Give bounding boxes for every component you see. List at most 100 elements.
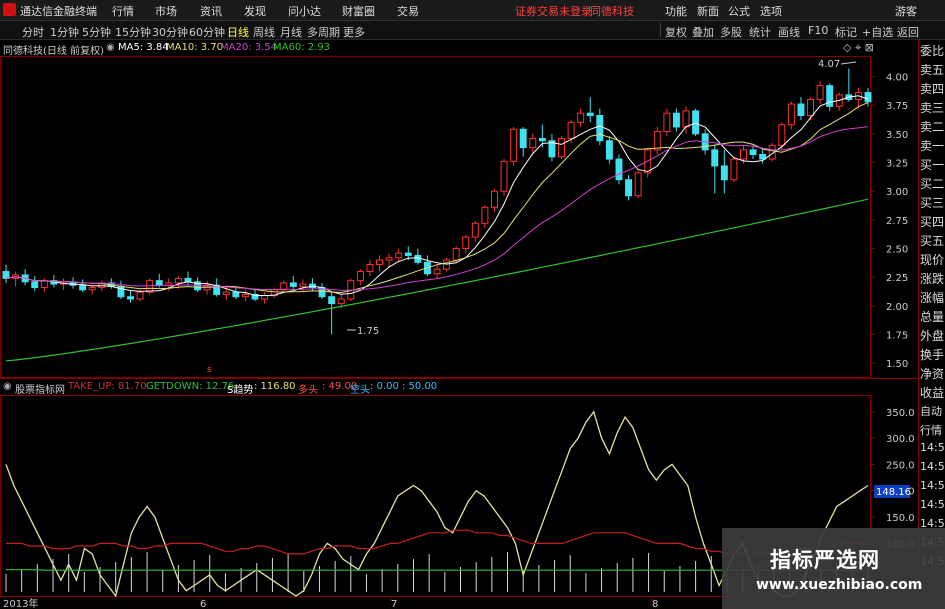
candle-body bbox=[682, 110, 690, 128]
candle-body bbox=[510, 128, 518, 162]
y-tick-label: 2.75 bbox=[886, 216, 908, 227]
y-tick-label: 3.50 bbox=[886, 130, 908, 141]
y-tick-label: 1.50 bbox=[886, 359, 908, 370]
quote-panel-item[interactable]: 净资 bbox=[920, 365, 944, 382]
candle-body bbox=[481, 206, 489, 224]
quote-panel-item[interactable]: 14:5 bbox=[920, 498, 945, 511]
candle-body bbox=[337, 298, 345, 305]
quote-panel-item[interactable]: 换手 bbox=[920, 346, 944, 363]
quote-panel-item[interactable]: 收益 bbox=[920, 384, 944, 401]
candle-body bbox=[127, 296, 134, 300]
watermark-banner: 指标严选网 www.xuezhibiao.com bbox=[722, 528, 945, 609]
candle-body bbox=[529, 137, 537, 149]
y-tick-label: 2.00 bbox=[886, 302, 908, 313]
quote-panel-item[interactable]: 买四 bbox=[920, 213, 944, 230]
candle-body bbox=[184, 277, 192, 283]
candle-body bbox=[586, 112, 594, 116]
candle-body bbox=[596, 114, 604, 142]
main-y-axis: 4.00 3.75 3.50 3.25 3.00 2.75 2.50 2.25 2.00 1.75… bbox=[870, 57, 908, 377]
x-label: 8 bbox=[652, 599, 658, 609]
candle-body bbox=[280, 282, 288, 291]
candle-body bbox=[740, 149, 747, 160]
quote-panel-item[interactable]: 外盘 bbox=[920, 327, 944, 344]
candle-body bbox=[787, 103, 795, 126]
quote-panel-item[interactable]: 委比 bbox=[920, 42, 944, 59]
y-tick-label: 3.75 bbox=[886, 101, 908, 112]
candle-body bbox=[864, 92, 872, 103]
quote-panel-item[interactable]: 卖四 bbox=[920, 80, 944, 97]
candle-body bbox=[222, 291, 230, 295]
quote-panel-item[interactable]: 买五 bbox=[920, 232, 944, 249]
candle-body bbox=[605, 140, 613, 160]
moving-average-lines bbox=[5, 95, 869, 362]
candle-body bbox=[79, 284, 87, 291]
y-tick-label: 150.0 bbox=[886, 513, 915, 524]
candle-body bbox=[749, 149, 757, 155]
quote-panel-item[interactable]: 卖一 bbox=[920, 137, 944, 154]
candle-body bbox=[471, 222, 479, 238]
candle-body bbox=[692, 110, 700, 135]
candle-body bbox=[146, 280, 154, 293]
candle-body bbox=[653, 131, 661, 151]
ma60-line bbox=[5, 198, 869, 362]
quote-panel-item[interactable]: 自动 bbox=[920, 403, 942, 419]
y-tick-label: 3.00 bbox=[886, 187, 908, 198]
y-tick-label: 300.0 bbox=[886, 434, 915, 445]
candle-body bbox=[395, 252, 403, 259]
candle-body bbox=[2, 270, 10, 279]
candle-body bbox=[519, 128, 527, 149]
quote-panel-item[interactable]: 卖五 bbox=[920, 61, 944, 78]
quote-panel-item[interactable]: 卖二 bbox=[920, 118, 944, 135]
candle-body bbox=[462, 236, 470, 250]
candle-body bbox=[433, 268, 441, 275]
high-price-pointer bbox=[840, 61, 857, 65]
candle-body bbox=[663, 112, 671, 133]
low-price-annotation: 1.75 bbox=[357, 326, 379, 337]
y-tick-label: 1.75 bbox=[886, 331, 908, 342]
candle-body bbox=[232, 291, 240, 298]
chart-canvas[interactable]: 4.00 3.75 3.50 3.25 3.00 2.75 2.50 2.25 2.00 1.75… bbox=[0, 0, 918, 609]
candle-body bbox=[672, 112, 680, 128]
candle-body bbox=[452, 248, 460, 261]
quote-panel-item[interactable]: 买一 bbox=[920, 156, 944, 173]
quote-panel-item[interactable]: 涨幅 bbox=[920, 289, 944, 306]
candle-body bbox=[625, 179, 633, 197]
candle-body bbox=[615, 158, 623, 181]
x-label: 2013年 bbox=[3, 597, 38, 609]
event-marker-icon[interactable]: s bbox=[207, 365, 212, 375]
candlestick-series bbox=[2, 68, 872, 335]
candle-body bbox=[807, 98, 815, 116]
quote-panel-item[interactable]: 买三 bbox=[920, 194, 944, 211]
quote-panel-item[interactable]: 行情 bbox=[920, 422, 942, 438]
banner-url: www.xuezhibiao.com bbox=[756, 577, 923, 593]
quote-panel-item[interactable]: 涨跌 bbox=[920, 270, 944, 287]
candle-body bbox=[165, 282, 173, 286]
candle-body bbox=[711, 149, 719, 167]
quote-panel-item[interactable]: 14:5 bbox=[920, 460, 945, 473]
candle-body bbox=[490, 190, 498, 208]
banner-title: 指标严选网 bbox=[770, 548, 880, 572]
candle-body bbox=[356, 270, 364, 282]
quote-panel-item[interactable]: 现价 bbox=[920, 251, 944, 268]
candle-body bbox=[289, 282, 297, 287]
price-tag: 148.16 bbox=[876, 487, 911, 498]
quote-panel-item[interactable]: 买二 bbox=[920, 175, 944, 192]
candle-body bbox=[816, 85, 824, 100]
candle-body bbox=[385, 257, 393, 261]
y-tick-label: 2.25 bbox=[886, 273, 908, 284]
candle-body bbox=[366, 264, 374, 272]
candle-body bbox=[797, 103, 805, 116]
candle-body bbox=[778, 124, 786, 146]
quote-panel-item[interactable]: 14:5 bbox=[920, 441, 945, 454]
y-tick-label: 3.25 bbox=[886, 159, 908, 170]
quote-panel-item[interactable]: 总量 bbox=[920, 308, 944, 325]
candle-body bbox=[155, 280, 163, 286]
candle-body bbox=[577, 112, 585, 123]
candle-body bbox=[414, 254, 422, 263]
candle-body bbox=[376, 259, 384, 266]
quote-panel-item[interactable]: 14:5 bbox=[920, 479, 945, 492]
candle-body bbox=[558, 137, 565, 158]
quote-panel: 委比卖五卖四卖三卖二卖一买一买二买三买四买五现价涨跌涨幅总量外盘换手净资收益自动… bbox=[918, 40, 945, 609]
candle-body bbox=[567, 121, 575, 139]
quote-panel-item[interactable]: 卖三 bbox=[920, 99, 944, 116]
